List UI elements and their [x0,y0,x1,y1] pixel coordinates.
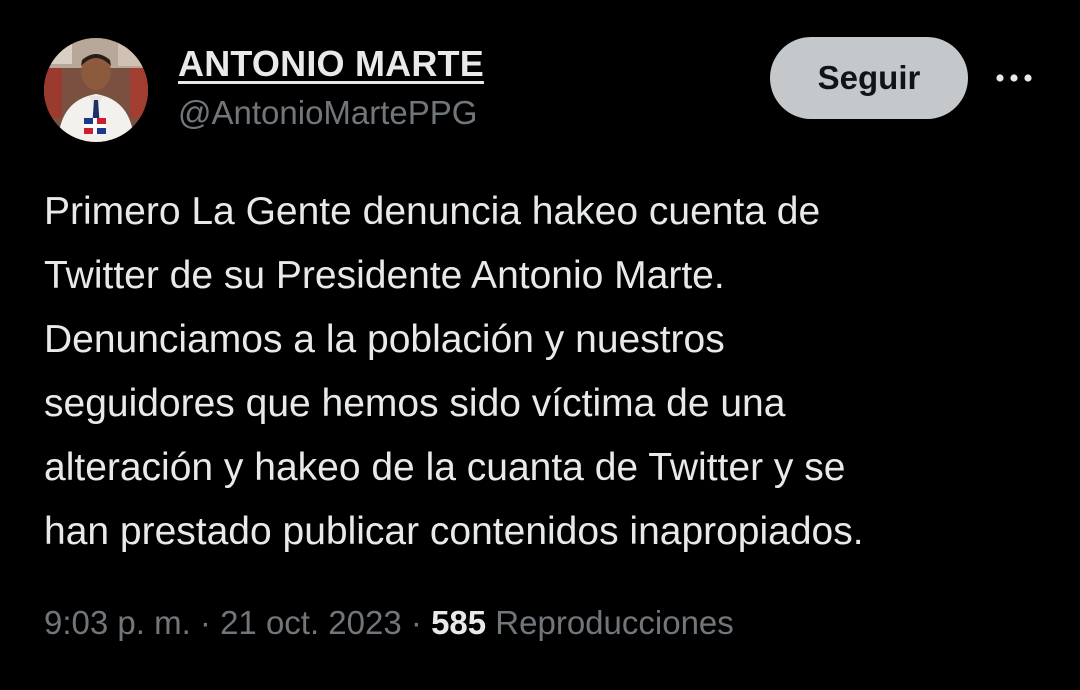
meta-separator: · [401,604,432,641]
tweet-date[interactable]: 21 oct. 2023 [220,604,402,641]
views-label[interactable]: Reproducciones [495,604,733,641]
meta-separator: · [190,604,221,641]
profile-photo [44,38,148,142]
follow-button[interactable]: Seguir [770,37,968,119]
tweet-time[interactable]: 9:03 p. m. [44,604,191,641]
author-handle[interactable]: @AntonioMartePPG [178,92,484,134]
more-horizontal-icon [996,74,1032,82]
tweet: ANTONIO MARTE @AntonioMartePPG Seguir Pr… [0,0,1080,690]
more-options-button[interactable] [990,58,1038,98]
avatar[interactable] [44,38,148,142]
views-count[interactable]: 585 [431,604,486,641]
tweet-text: Primero La Gente denuncia hakeo cuenta d… [44,190,864,553]
tweet-meta: 9:03 p. m. · 21 oct. 2023 · 585 Reproduc… [44,598,734,648]
author-block: ANTONIO MARTE @AntonioMartePPG [178,42,484,134]
author-display-name[interactable]: ANTONIO MARTE [178,42,484,86]
